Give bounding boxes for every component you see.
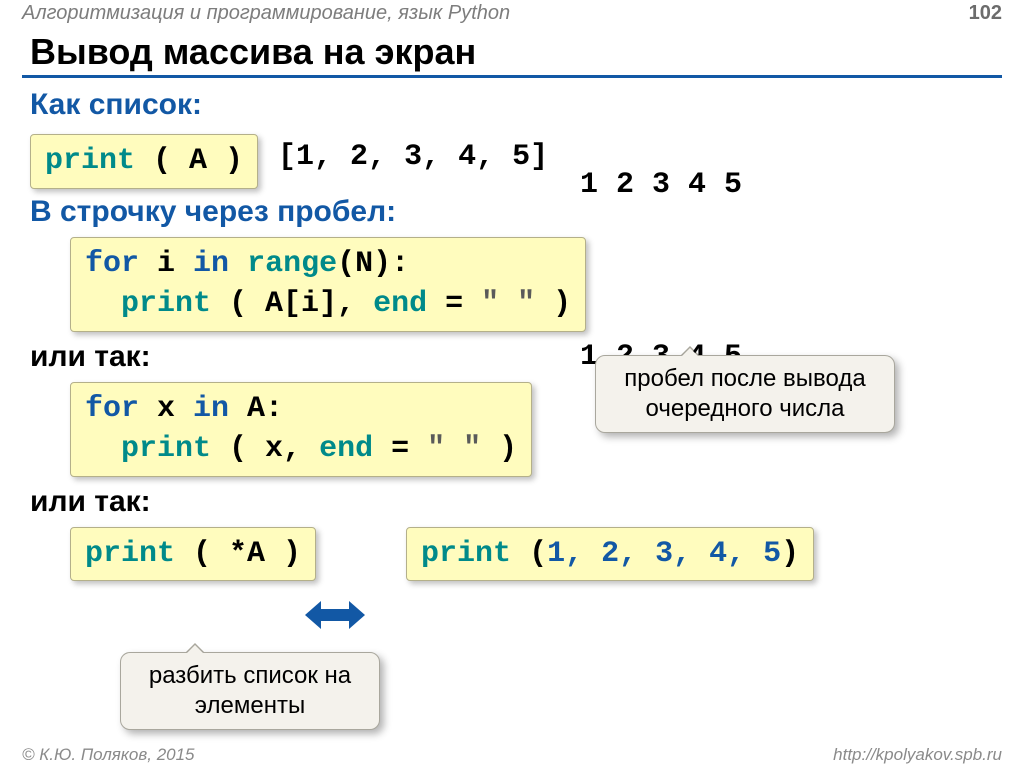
- header-bar: Алгоритмизация и программирование, язык …: [0, 0, 1024, 27]
- code-print-a: print ( A ): [30, 134, 258, 189]
- slide-title: Вывод массива на экран: [30, 31, 1002, 73]
- callout-space: пробел после вывода очередного числа: [595, 355, 895, 433]
- callout-unpack: разбить список на элементы: [120, 652, 380, 730]
- output-list: [1, 2, 3, 4, 5]: [278, 140, 548, 174]
- code-print-star: print ( *A ): [70, 527, 316, 582]
- slide-body: Как список: print ( A ) [1, 2, 3, 4, 5] …: [0, 88, 1024, 581]
- label-as-list: Как список:: [30, 88, 994, 122]
- code-print-expanded: print (1, 2, 3, 4, 5): [406, 527, 814, 582]
- footer-right: http://kpolyakov.spb.ru: [833, 745, 1002, 765]
- output-row-1: 1 2 3 4 5: [580, 168, 742, 202]
- slide: Алгоритмизация и программирование, язык …: [0, 0, 1024, 767]
- label-or-2: или так:: [30, 485, 994, 519]
- code-for-x: for x in A: print ( x, end = " " ): [70, 382, 532, 477]
- title-underline: [22, 75, 1002, 78]
- subject-label: Алгоритмизация и программирование, язык …: [22, 2, 510, 25]
- page-number: 102: [969, 2, 1002, 25]
- double-arrow-icon: [305, 598, 365, 632]
- code-for-range: for i in range(N): print ( A[i], end = "…: [70, 237, 586, 332]
- label-in-row: В строчку через пробел:: [30, 195, 994, 229]
- footer-left: © К.Ю. Поляков, 2015: [22, 745, 195, 765]
- footer: © К.Ю. Поляков, 2015 http://kpolyakov.sp…: [0, 745, 1024, 765]
